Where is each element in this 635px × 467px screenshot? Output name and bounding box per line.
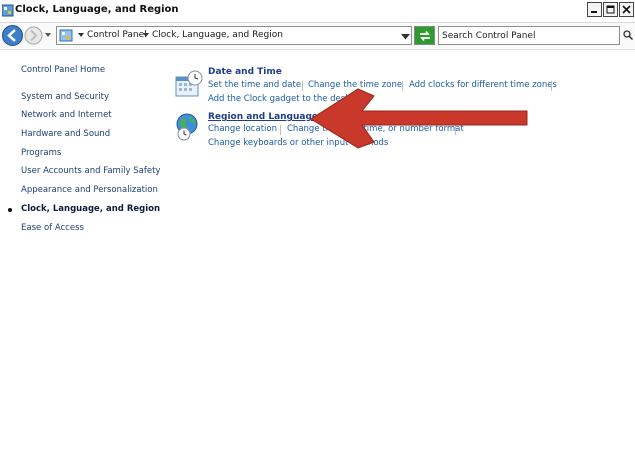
search-box[interactable] [438,26,620,45]
title-bar: Clock, Language, and Region [0,0,635,23]
task-separator [302,81,303,91]
category-title-date-and-time[interactable]: Date and Time [208,67,282,77]
close-icon [622,5,631,14]
minimize-icon [591,11,597,13]
search-icon[interactable] [623,30,633,40]
sidebar-item-ease-of-access[interactable]: Ease of Access [21,223,84,233]
address-box[interactable]: Control Panel Clock, Language, and Regio… [56,26,412,45]
sidebar-item-programs[interactable]: Programs [21,148,61,158]
sidebar-item-appearance[interactable]: Appearance and Personalization [21,185,158,195]
close-button[interactable] [619,2,634,17]
sidebar-item-network-and-internet[interactable]: Network and Internet [21,110,112,120]
sidebar-item-system-and-security[interactable]: System and Security [21,92,109,102]
control-panel-icon [59,29,73,42]
task-set-time-and-date[interactable]: Set the time and date [208,80,301,90]
minimize-button[interactable] [587,2,602,17]
task-change-location[interactable]: Change location [208,124,277,134]
task-separator [455,125,456,135]
task-add-clock-gadget[interactable]: Add the Clock gadget to the desktop [208,94,364,104]
forward-button[interactable] [24,26,43,45]
breadcrumb-separator-icon[interactable] [78,33,84,37]
breadcrumb-separator-icon[interactable] [143,33,149,37]
task-separator [280,125,281,135]
window-title: Clock, Language, and Region [15,4,179,15]
task-separator [402,81,403,91]
recent-pages-chevron-icon[interactable] [44,31,52,39]
current-item-bullet [8,208,12,212]
breadcrumb-current[interactable]: Clock, Language, and Region [152,30,283,40]
calendar-clock-icon[interactable] [175,70,203,98]
task-change-date-time-number-format[interactable]: Change the date, time, or number format [287,124,464,134]
globe-clock-icon[interactable] [175,112,203,142]
category-title-region-and-language[interactable]: Region and Language [208,112,318,122]
navigation-bar: Control Panel Clock, Language, and Regio… [0,23,635,50]
sidebar-item-hardware-and-sound[interactable]: Hardware and Sound [21,129,110,139]
search-input[interactable] [442,29,612,43]
sidebar-item-control-panel-home[interactable]: Control Panel Home [21,65,105,75]
back-button[interactable] [2,25,23,46]
maximize-icon [606,5,615,14]
task-add-clocks[interactable]: Add clocks for different time zones [409,80,557,90]
maximize-button[interactable] [603,2,618,17]
address-history-chevron-icon[interactable] [401,34,410,40]
task-change-time-zone[interactable]: Change the time zone [308,80,402,90]
refresh-button[interactable] [414,26,435,45]
task-change-keyboards[interactable]: Change keyboards or other input methods [208,138,388,148]
sidebar-item-clock-language-region[interactable]: Clock, Language, and Region [21,204,160,214]
window-controls [587,2,634,20]
refresh-icon [419,30,430,41]
sidebar-item-user-accounts[interactable]: User Accounts and Family Safety [21,166,160,176]
task-separator [551,81,552,91]
control-panel-icon [2,4,14,17]
breadcrumb-control-panel[interactable]: Control Panel [87,30,147,40]
